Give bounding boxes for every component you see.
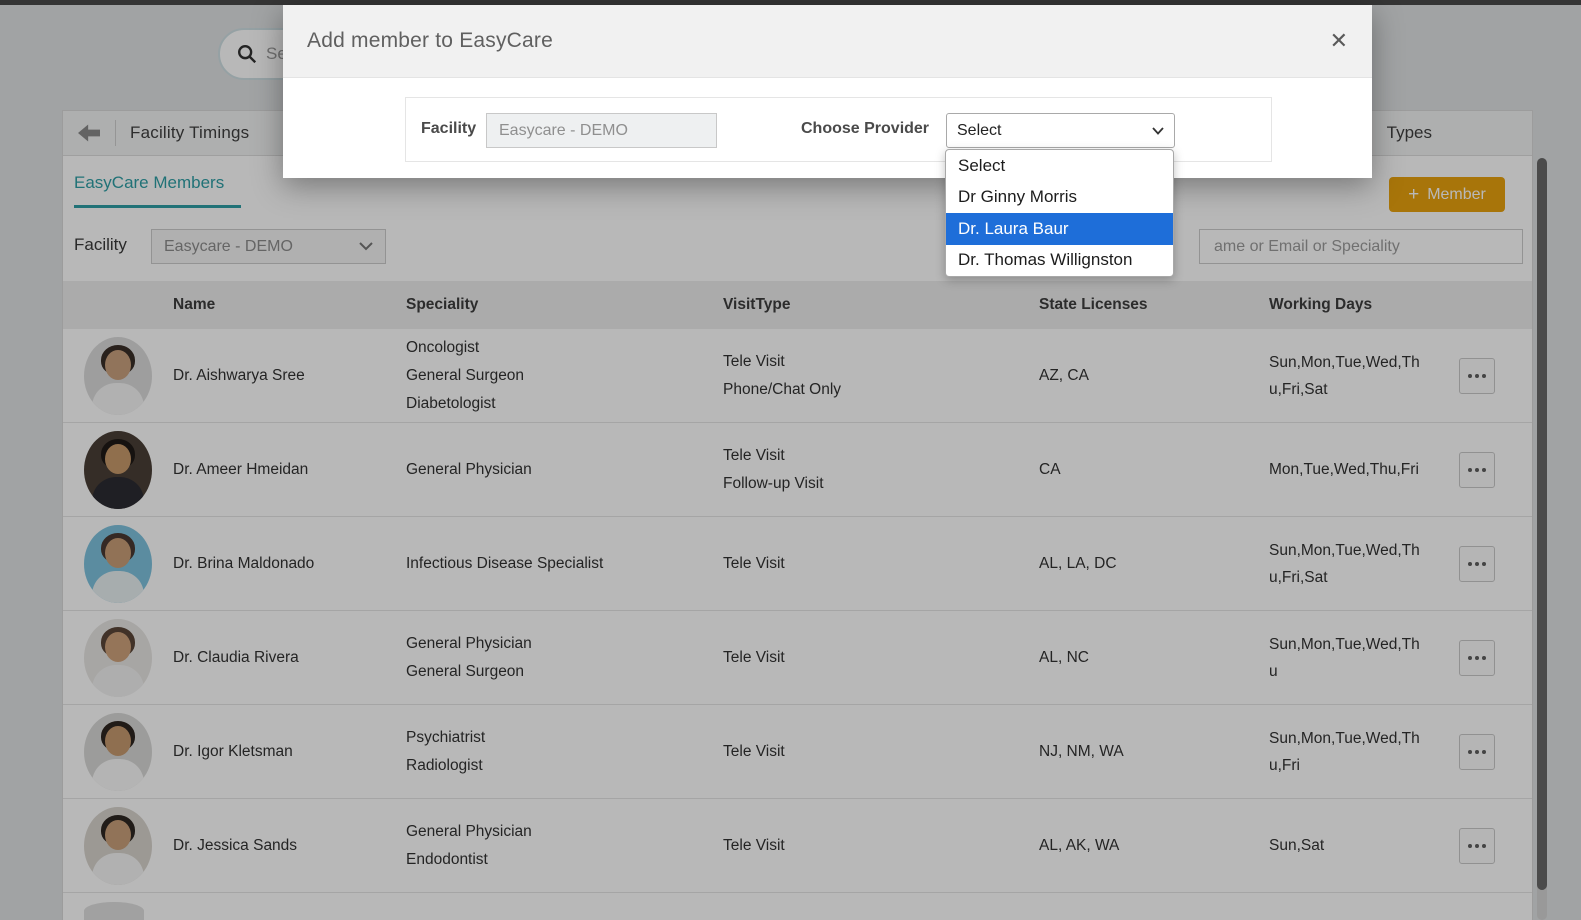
facility-field-input: Easycare - DEMO bbox=[486, 113, 717, 148]
facility-field-value: Easycare - DEMO bbox=[499, 121, 628, 139]
close-icon[interactable]: ✕ bbox=[1330, 30, 1348, 52]
provider-select-value: Select bbox=[957, 121, 1002, 139]
dropdown-option[interactable]: Select bbox=[946, 150, 1173, 182]
provider-dropdown-list: Select Dr Ginny Morris Dr. Laura Baur Dr. T… bbox=[945, 149, 1174, 277]
provider-select[interactable]: Select bbox=[946, 113, 1175, 148]
modal-title: Add member to EasyCare bbox=[307, 29, 554, 52]
dropdown-option[interactable]: Dr. Laura Baur bbox=[946, 213, 1173, 245]
dropdown-option[interactable]: Dr. Thomas Willignston bbox=[946, 245, 1173, 277]
provider-field-label: Choose Provider bbox=[801, 120, 930, 137]
dropdown-option[interactable]: Dr Ginny Morris bbox=[946, 182, 1173, 214]
add-member-modal: Add member to EasyCare ✕ Facility Easyca… bbox=[283, 5, 1372, 277]
facility-field-label: Facility bbox=[421, 120, 477, 137]
chevron-down-icon bbox=[1152, 126, 1164, 135]
modal-header: Add member to EasyCare ✕ bbox=[283, 5, 1372, 78]
